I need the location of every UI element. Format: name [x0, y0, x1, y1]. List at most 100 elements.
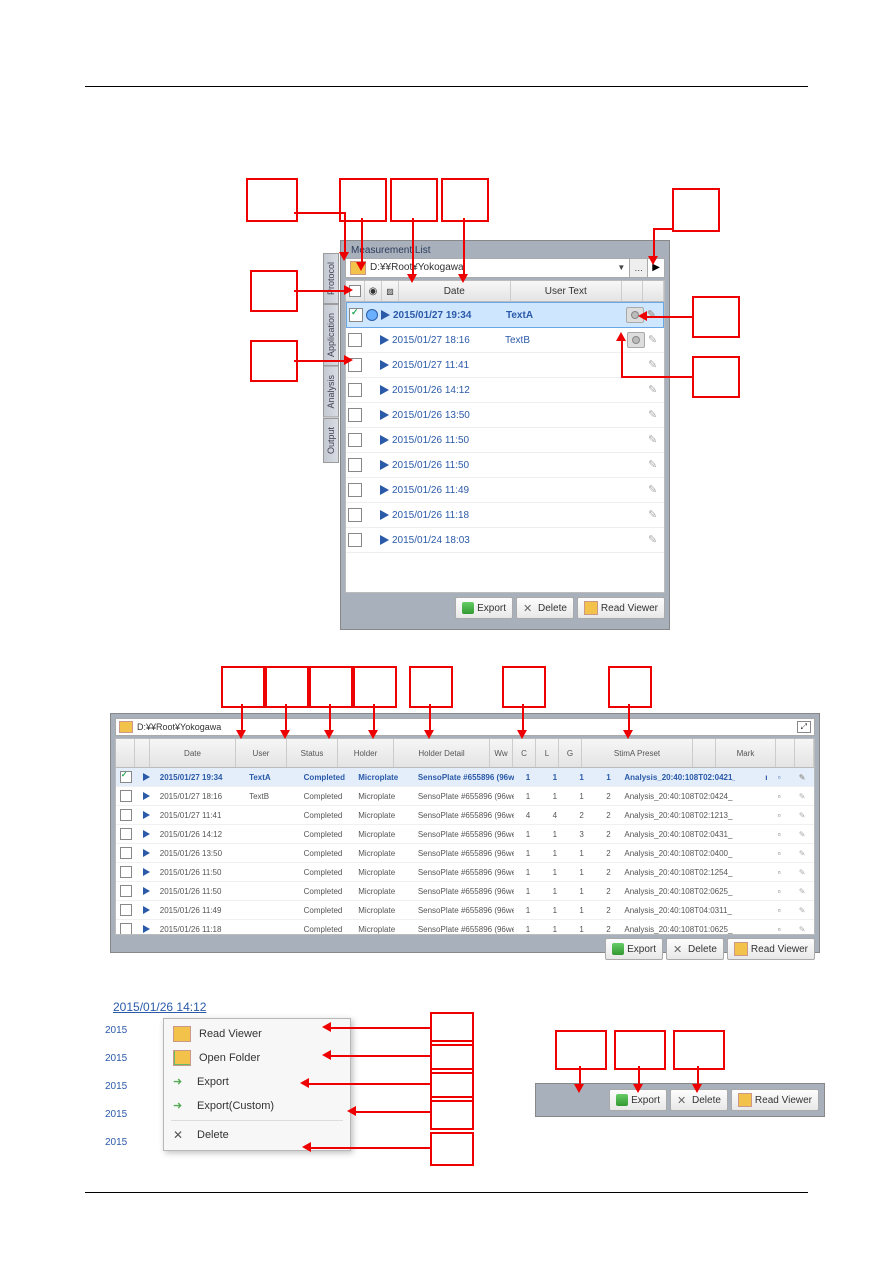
row-checkbox[interactable] [120, 923, 132, 935]
row-checkbox[interactable] [348, 333, 362, 347]
wide-header-cell[interactable] [776, 739, 795, 767]
read-viewer-button[interactable]: Read Viewer [731, 1089, 819, 1111]
tab-analysis[interactable]: Analysis [323, 366, 339, 418]
wide-row[interactable]: 2015/01/27 19:34TextACompletedMicroplate… [116, 768, 814, 787]
row-checkbox[interactable] [348, 483, 362, 497]
edit-icon[interactable] [648, 358, 662, 372]
wide-header-cell[interactable]: G [559, 739, 582, 767]
collapse-icon[interactable]: ⤢ [797, 721, 811, 733]
wide-header-cell[interactable]: User [236, 739, 287, 767]
read-viewer-button[interactable]: Read Viewer [727, 938, 815, 960]
ctx-read-viewer[interactable]: Read Viewer [167, 1022, 347, 1046]
edit-icon[interactable] [648, 483, 662, 497]
wide-header-cell[interactable] [135, 739, 150, 767]
edit-icon[interactable] [648, 383, 662, 397]
ctx-export-custom[interactable]: Export(Custom) [167, 1094, 347, 1118]
row-checkbox[interactable] [120, 904, 132, 916]
wide-row[interactable]: 2015/01/26 11:50CompletedMicroplateSenso… [116, 863, 814, 882]
camera-icon[interactable]: ▫ [768, 811, 791, 820]
edit-icon[interactable]: ✎ [791, 830, 814, 839]
measurement-row[interactable]: 2015/01/26 13:50 [346, 403, 664, 428]
measurement-row[interactable]: 2015/01/26 11:50 [346, 453, 664, 478]
wide-row[interactable]: 2015/01/27 18:16TextBCompletedMicroplate… [116, 787, 814, 806]
camera-icon[interactable]: ▫ [768, 773, 791, 782]
edit-icon[interactable] [648, 458, 662, 472]
tab-application[interactable]: Application [323, 304, 339, 366]
camera-icon[interactable]: ▫ [768, 906, 791, 915]
row-checkbox[interactable] [348, 533, 362, 547]
edit-icon[interactable]: ✎ [791, 887, 814, 896]
row-checkbox[interactable] [120, 866, 132, 878]
edit-icon[interactable]: ✎ [791, 868, 814, 877]
delete-button[interactable]: ✕Delete [666, 938, 724, 960]
date-col[interactable]: Date [399, 281, 511, 301]
row-checkbox[interactable] [120, 885, 132, 897]
measurement-row[interactable]: 2015/01/26 14:12 [346, 378, 664, 403]
camera-icon[interactable]: ▫ [768, 792, 791, 801]
measurement-row[interactable]: 2015/01/26 11:50 [346, 428, 664, 453]
row-checkbox[interactable] [120, 828, 132, 840]
wide-header-cell[interactable] [795, 739, 814, 767]
wide-header-cell[interactable]: StimA Preset [582, 739, 693, 767]
camera-icon[interactable]: ▫ [768, 868, 791, 877]
row-checkbox[interactable] [348, 458, 362, 472]
wide-header-cell[interactable]: Status [287, 739, 338, 767]
wide-row[interactable]: 2015/01/27 11:41CompletedMicroplateSenso… [116, 806, 814, 825]
edit-icon[interactable] [647, 308, 661, 322]
row-checkbox[interactable] [348, 408, 362, 422]
row-checkbox[interactable] [120, 771, 132, 783]
camera-icon[interactable]: ▫ [768, 887, 791, 896]
delete-button[interactable]: ✕Delete [516, 597, 574, 619]
path-dropdown-icon[interactable]: ▼ [617, 259, 625, 277]
edit-icon[interactable]: ✎ [791, 906, 814, 915]
measurement-row[interactable]: 2015/01/27 19:34TextA [346, 302, 664, 328]
row-checkbox[interactable] [120, 847, 132, 859]
wide-header-cell[interactable] [693, 739, 716, 767]
measurement-row[interactable]: 2015/01/27 11:41 [346, 353, 664, 378]
row-checkbox[interactable] [348, 383, 362, 397]
tab-protocol[interactable]: Protocol [323, 253, 339, 304]
export-button[interactable]: Export [455, 597, 513, 619]
wide-header-cell[interactable]: Holder Detail [394, 739, 490, 767]
wide-header-cell[interactable]: C [513, 739, 536, 767]
ctx-delete[interactable]: Delete [167, 1123, 347, 1147]
row-checkbox[interactable] [120, 790, 132, 802]
edit-icon[interactable]: ✎ [791, 849, 814, 858]
measurement-row[interactable]: 2015/01/26 11:49 [346, 478, 664, 503]
tab-output[interactable]: Output [323, 418, 339, 463]
wide-row[interactable]: 2015/01/26 11:50CompletedMicroplateSenso… [116, 882, 814, 901]
edit-icon[interactable] [648, 508, 662, 522]
wide-row[interactable]: 2015/01/26 11:18CompletedMicroplateSenso… [116, 920, 814, 935]
wide-row[interactable]: 2015/01/26 14:12CompletedMicroplateSenso… [116, 825, 814, 844]
camera-icon[interactable] [627, 332, 645, 348]
edit-icon[interactable] [648, 533, 662, 547]
edit-icon[interactable] [648, 433, 662, 447]
ctx-open-folder[interactable]: Open Folder [167, 1046, 347, 1070]
wide-header-cell[interactable]: L [536, 739, 559, 767]
usertext-col[interactable]: User Text [511, 281, 623, 301]
wide-header-cell[interactable]: Ww [490, 739, 513, 767]
measurement-row[interactable]: 2015/01/24 18:03 [346, 528, 664, 553]
edit-icon[interactable]: ✎ [791, 925, 814, 934]
row-checkbox[interactable] [348, 508, 362, 522]
row-checkbox[interactable] [348, 433, 362, 447]
measurement-row[interactable]: 2015/01/26 11:18 [346, 503, 664, 528]
edit-icon[interactable] [648, 333, 662, 347]
export-button[interactable]: Export [605, 938, 663, 960]
camera-icon[interactable]: ▫ [768, 830, 791, 839]
wide-header-cell[interactable]: Holder [338, 739, 394, 767]
edit-icon[interactable]: ✎ [791, 811, 814, 820]
ctx-export[interactable]: Export [167, 1070, 347, 1094]
row-checkbox[interactable] [349, 308, 363, 322]
read-viewer-button[interactable]: Read Viewer [577, 597, 665, 619]
camera-icon[interactable]: ▫ [768, 925, 791, 934]
edit-icon[interactable]: ✎ [791, 773, 814, 782]
wide-row[interactable]: 2015/01/26 11:49CompletedMicroplateSenso… [116, 901, 814, 920]
camera-icon[interactable]: ▫ [768, 849, 791, 858]
wide-header-cell[interactable] [116, 739, 135, 767]
wide-header-cell[interactable]: Date [150, 739, 236, 767]
wide-row[interactable]: 2015/01/26 13:50CompletedMicroplateSenso… [116, 844, 814, 863]
wide-header-cell[interactable]: Mark [716, 739, 776, 767]
edit-icon[interactable] [648, 408, 662, 422]
browse-button[interactable]: … [629, 258, 648, 278]
